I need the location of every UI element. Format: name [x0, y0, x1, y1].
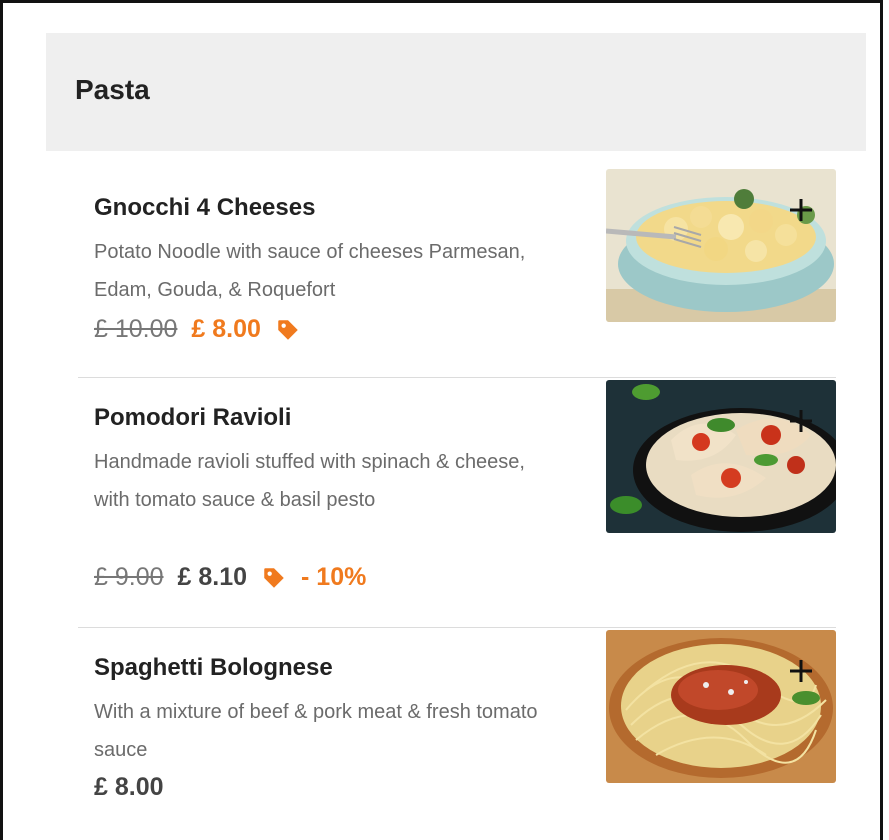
discount-badge: - 10% [301, 563, 367, 591]
add-to-cart-button[interactable] [782, 652, 820, 690]
old-price: £ 10.00 [94, 315, 178, 343]
price-row: £ 9.00 £ 8.10 - 10% [94, 563, 366, 592]
plus-icon [790, 660, 812, 682]
current-price: £ 8.00 [94, 773, 164, 801]
category-header: Pasta [46, 33, 866, 151]
divider [78, 377, 836, 378]
item-description: Handmade ravioli stuffed with spinach & … [94, 451, 525, 511]
plus-icon [790, 410, 812, 432]
divider [78, 627, 836, 628]
plus-icon [790, 199, 812, 221]
tag-icon [278, 319, 298, 340]
price-row: £ 10.00 £ 8.00 [94, 315, 301, 344]
category-title: Pasta [75, 74, 150, 105]
item-name: Pomodori Ravioli [94, 404, 292, 431]
old-price: £ 9.00 [94, 563, 164, 591]
item-image[interactable] [606, 169, 836, 322]
item-description: Potato Noodle with sauce of cheeses Parm… [94, 241, 526, 301]
item-name: Gnocchi 4 Cheeses [94, 194, 316, 221]
item-image[interactable] [606, 630, 836, 783]
current-price: £ 8.10 [177, 563, 248, 591]
current-price: £ 8.00 [191, 315, 261, 343]
add-to-cart-button[interactable] [782, 191, 820, 229]
tag-icon [264, 567, 284, 588]
item-image[interactable] [606, 380, 836, 533]
add-to-cart-button[interactable] [782, 402, 820, 440]
item-description: With a mixture of beef & pork meat & fre… [94, 701, 538, 761]
item-name: Spaghetti Bolognese [94, 654, 333, 681]
price-row: £ 8.00 [94, 773, 164, 802]
